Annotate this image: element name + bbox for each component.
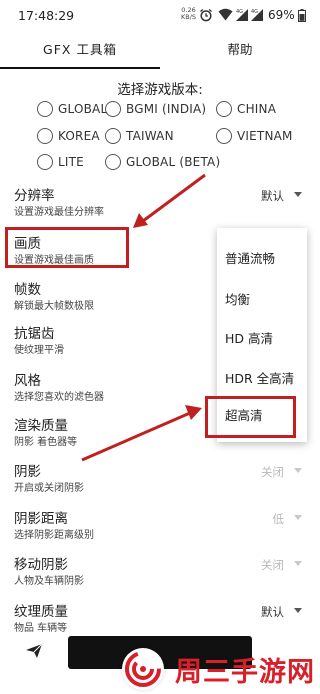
arrow-to-ultra-hd: [81, 405, 202, 462]
arrow-to-graphics: [133, 173, 206, 228]
watermark-logo: [122, 648, 164, 690]
annotation-arrows: [81, 173, 206, 462]
watermark-text: 周三手游网: [175, 657, 315, 688]
send-icon[interactable]: [25, 643, 43, 659]
swirl-logo-icon: [125, 651, 161, 687]
